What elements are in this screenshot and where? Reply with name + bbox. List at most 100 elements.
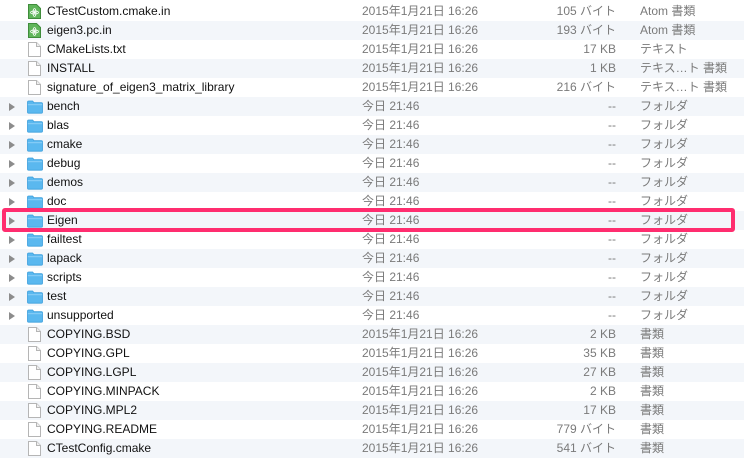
file-name: cmake <box>47 137 83 151</box>
modified-date: 今日 21:46 <box>362 251 420 265</box>
disclosure-triangle-icon[interactable] <box>9 141 15 149</box>
document-icon <box>28 80 41 95</box>
folder-icon <box>27 195 43 210</box>
list-item[interactable]: COPYING.MPL2 2015年1月21日 16:26 17 KB 書類 <box>0 401 744 420</box>
list-item[interactable]: INSTALL 2015年1月21日 16:26 1 KB テキス…ト 書類 <box>0 59 744 78</box>
file-size: -- <box>608 156 616 170</box>
file-name: eigen3.pc.in <box>47 23 112 37</box>
document-icon <box>28 365 41 380</box>
list-item[interactable]: cmake 今日 21:46 -- フォルダ <box>0 135 744 154</box>
modified-date: 2015年1月21日 16:26 <box>362 422 479 436</box>
list-item[interactable]: blas 今日 21:46 -- フォルダ <box>0 116 744 135</box>
file-name: lapack <box>47 251 82 265</box>
file-size: -- <box>608 194 616 208</box>
modified-date: 2015年1月21日 16:26 <box>362 327 479 341</box>
document-icon <box>28 384 41 399</box>
modified-date: 今日 21:46 <box>362 156 420 170</box>
file-name: Eigen <box>47 213 78 227</box>
file-kind: 書類 <box>640 384 665 398</box>
file-kind: テキス…ト 書類 <box>640 80 727 94</box>
list-item[interactable]: COPYING.LGPL 2015年1月21日 16:26 27 KB 書類 <box>0 363 744 382</box>
modified-date: 今日 21:46 <box>362 232 420 246</box>
disclosure-triangle-icon[interactable] <box>9 293 15 301</box>
list-item[interactable]: demos 今日 21:46 -- フォルダ <box>0 173 744 192</box>
modified-date: 2015年1月21日 16:26 <box>362 42 479 56</box>
modified-date: 今日 21:46 <box>362 270 420 284</box>
list-item[interactable]: COPYING.MINPACK 2015年1月21日 16:26 2 KB 書類 <box>0 382 744 401</box>
file-size: 541 バイト <box>556 441 616 455</box>
folder-icon <box>27 157 43 172</box>
list-item[interactable]: CTestCustom.cmake.in 2015年1月21日 16:26 105 … <box>0 2 744 21</box>
list-item[interactable]: CMakeLists.txt 2015年1月21日 16:26 17 KB テキスト <box>0 40 744 59</box>
file-size: -- <box>608 137 616 151</box>
folder-icon <box>27 233 43 248</box>
list-item[interactable]: failtest 今日 21:46 -- フォルダ <box>0 230 744 249</box>
file-size: 779 バイト <box>556 422 616 436</box>
file-kind: テキスト <box>640 42 688 56</box>
document-icon <box>28 346 41 361</box>
list-item[interactable]: signature_of_eigen3_matrix_library 2015年1… <box>0 78 744 97</box>
disclosure-triangle-icon[interactable] <box>9 160 15 168</box>
document-icon <box>28 422 41 437</box>
file-kind: フォルダ <box>640 270 689 284</box>
file-name: blas <box>47 118 70 132</box>
disclosure-triangle-icon[interactable] <box>9 198 15 206</box>
disclosure-triangle-icon[interactable] <box>9 274 15 282</box>
list-item[interactable]: unsupported 今日 21:46 -- フォルダ <box>0 306 744 325</box>
list-item[interactable]: debug 今日 21:46 -- フォルダ <box>0 154 744 173</box>
document-icon <box>28 441 41 456</box>
folder-icon <box>27 252 43 267</box>
list-item[interactable]: test 今日 21:46 -- フォルダ <box>0 287 744 306</box>
list-item[interactable]: COPYING.BSD 2015年1月21日 16:26 2 KB 書類 <box>0 325 744 344</box>
folder-icon <box>27 119 43 134</box>
file-size: 35 KB <box>583 346 616 360</box>
file-name: COPYING.LGPL <box>47 365 137 379</box>
file-kind: テキス…ト 書類 <box>640 61 727 75</box>
modified-date: 今日 21:46 <box>362 308 420 322</box>
document-icon <box>28 42 41 57</box>
file-size: -- <box>608 308 616 322</box>
folder-icon <box>27 214 43 229</box>
list-item[interactable]: lapack 今日 21:46 -- フォルダ <box>0 249 744 268</box>
list-item[interactable]: bench 今日 21:46 -- フォルダ <box>0 97 744 116</box>
modified-date: 2015年1月21日 16:26 <box>362 403 479 417</box>
file-kind: フォルダ <box>640 232 689 246</box>
list-item[interactable]: CTestConfig.cmake 2015年1月21日 16:26 541 バイト… <box>0 439 744 458</box>
list-item[interactable]: COPYING.README 2015年1月21日 16:26 779 バイト 書類 <box>0 420 744 439</box>
file-name: COPYING.README <box>47 422 158 436</box>
file-size: 216 バイト <box>556 80 616 94</box>
file-kind: フォルダ <box>640 175 689 189</box>
disclosure-triangle-icon[interactable] <box>9 312 15 320</box>
file-size: -- <box>608 251 616 265</box>
file-name: failtest <box>47 232 82 246</box>
file-kind: フォルダ <box>640 194 689 208</box>
modified-date: 2015年1月21日 16:26 <box>362 384 479 398</box>
file-kind: Atom 書類 <box>640 23 696 37</box>
modified-date: 今日 21:46 <box>362 118 420 132</box>
file-size: -- <box>608 99 616 113</box>
disclosure-triangle-icon[interactable] <box>9 255 15 263</box>
modified-date: 今日 21:46 <box>362 213 420 227</box>
list-item[interactable]: doc 今日 21:46 -- フォルダ <box>0 192 744 211</box>
file-size: 193 バイト <box>556 23 616 37</box>
file-size: -- <box>608 175 616 189</box>
folder-icon <box>27 176 43 191</box>
file-name: COPYING.GPL <box>47 346 130 360</box>
list-item[interactable]: scripts 今日 21:46 -- フォルダ <box>0 268 744 287</box>
file-size: 105 バイト <box>556 4 616 18</box>
document-icon <box>28 61 41 76</box>
disclosure-triangle-icon[interactable] <box>9 236 15 244</box>
disclosure-triangle-icon[interactable] <box>9 179 15 187</box>
disclosure-triangle-icon[interactable] <box>9 103 15 111</box>
document-icon <box>28 403 41 418</box>
list-item[interactable]: Eigen 今日 21:46 -- フォルダ <box>0 211 744 230</box>
list-item[interactable]: eigen3.pc.in 2015年1月21日 16:26 193 バイト Atom … <box>0 21 744 40</box>
file-kind: 書類 <box>640 365 665 379</box>
modified-date: 2015年1月21日 16:26 <box>362 441 479 455</box>
disclosure-triangle-icon[interactable] <box>9 217 15 225</box>
list-item[interactable]: COPYING.GPL 2015年1月21日 16:26 35 KB 書類 <box>0 344 744 363</box>
file-name: scripts <box>47 270 82 284</box>
file-name: test <box>47 289 67 303</box>
disclosure-triangle-icon[interactable] <box>9 122 15 130</box>
file-name: COPYING.MPL2 <box>47 403 138 417</box>
